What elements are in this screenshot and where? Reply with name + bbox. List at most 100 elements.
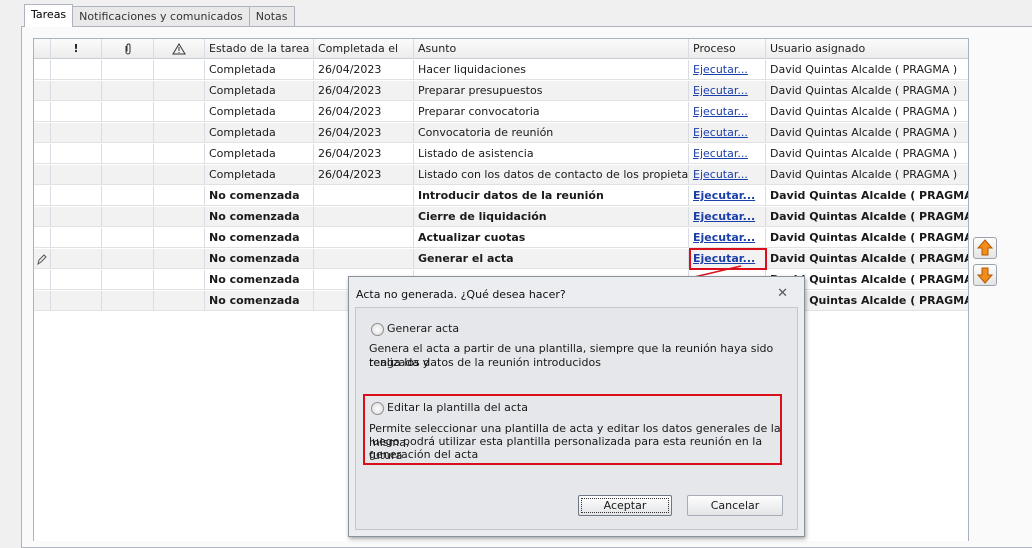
- completed-cell-text: 26/04/2023: [318, 105, 382, 118]
- header-proceso[interactable]: Proceso: [689, 39, 766, 59]
- header-completada[interactable]: Completada el: [314, 39, 414, 59]
- tab-notas[interactable]: Notas: [248, 6, 295, 27]
- process-cell[interactable]: Ejecutar...: [689, 60, 766, 80]
- option-generar-acta-label[interactable]: Generar acta: [387, 322, 459, 335]
- ejecutar-link[interactable]: Ejecutar...: [693, 63, 748, 76]
- status-cell-text: No comenzada: [209, 273, 300, 286]
- warning-icon[interactable]: [154, 39, 205, 59]
- process-cell[interactable]: Ejecutar...: [689, 102, 766, 122]
- table-row[interactable]: Completada 26/04/2023 Preparar convocatori…: [34, 102, 968, 123]
- table-row[interactable]: No comenzada Actualizar cuotas Ejecutar...…: [34, 228, 968, 249]
- status-cell: No comenzada: [205, 249, 314, 269]
- user-cell: David Quintas Alcalde ( PRAGMA ): [766, 81, 968, 101]
- tasks-grid: ! Estado de la tarea Completada el Asunt…: [33, 38, 969, 314]
- row-indicator: [34, 144, 51, 164]
- completed-cell: [314, 249, 414, 269]
- table-row[interactable]: Completada 26/04/2023 Listado con los dato…: [34, 165, 968, 186]
- ejecutar-link[interactable]: Ejecutar...: [693, 147, 748, 160]
- ejecutar-link[interactable]: Ejecutar...: [693, 84, 748, 97]
- table-row[interactable]: No comenzada Introducir datos de la reuni…: [34, 186, 968, 207]
- icon-cell: [51, 291, 102, 311]
- radio-editar-plantilla[interactable]: [371, 402, 384, 415]
- subject-cell-text: Preparar presupuestos: [418, 84, 543, 97]
- subject-cell-text: Convocatoria de reunión: [418, 126, 554, 139]
- status-cell-text: No comenzada: [209, 252, 300, 265]
- user-cell-text: David Quintas Alcalde ( PRAGMA ): [770, 126, 958, 139]
- icon-cell: [102, 144, 154, 164]
- ejecutar-link[interactable]: Ejecutar...: [693, 105, 748, 118]
- move-down-button[interactable]: [973, 264, 997, 286]
- option-editar-plantilla-label[interactable]: Editar la plantilla del acta: [387, 401, 528, 414]
- ejecutar-link[interactable]: Ejecutar...: [693, 126, 748, 139]
- icon-cell: [154, 81, 205, 101]
- completed-cell: [314, 207, 414, 227]
- ejecutar-link[interactable]: Ejecutar...: [693, 168, 748, 181]
- row-indicator: [34, 102, 51, 122]
- icon-cell: [102, 102, 154, 122]
- paperclip-icon[interactable]: [102, 39, 154, 59]
- icon-cell: [154, 228, 205, 248]
- table-row[interactable]: Completada 26/04/2023 Convocatoria de reun…: [34, 123, 968, 144]
- subject-cell-text: Introducir datos de la reunión: [418, 189, 604, 202]
- row-indicator: [34, 165, 51, 185]
- ejecutar-link[interactable]: Ejecutar...: [693, 210, 755, 223]
- completed-cell: 26/04/2023: [314, 60, 414, 80]
- table-row[interactable]: No comenzada Cierre de liquidación Ejecuta…: [34, 207, 968, 228]
- icon-cell: [102, 186, 154, 206]
- subject-cell: Convocatoria de reunión: [414, 123, 689, 143]
- completed-cell-text: 26/04/2023: [318, 168, 382, 181]
- option-generar-acta-desc-2: tenga los datos de la reunión introducid…: [369, 356, 601, 369]
- radio-generar-acta[interactable]: [371, 323, 384, 336]
- user-cell: David Quintas Alcalde ( PRAGMA ): [766, 60, 968, 80]
- icon-cell: [102, 270, 154, 290]
- tab-tareas[interactable]: Tareas: [24, 4, 74, 27]
- table-row[interactable]: Completada 26/04/2023 Preparar presupuesto…: [34, 81, 968, 102]
- icon-cell: [51, 186, 102, 206]
- process-cell[interactable]: Ejecutar...: [689, 186, 766, 206]
- user-cell: David Quintas Alcalde ( PRAGMA ): [766, 102, 968, 122]
- ejecutar-link[interactable]: Ejecutar...: [693, 189, 755, 202]
- icon-cell: [154, 144, 205, 164]
- status-cell: Completada: [205, 102, 314, 122]
- ejecutar-link[interactable]: Ejecutar...: [693, 231, 755, 244]
- icon-cell: [102, 228, 154, 248]
- status-cell-text: No comenzada: [209, 189, 300, 202]
- close-icon[interactable]: ✕: [777, 286, 788, 301]
- subject-cell: Listado con los datos de contacto de los…: [414, 165, 689, 185]
- table-row[interactable]: No comenzada Generar el acta Ejecutar... Da…: [34, 249, 968, 270]
- header-usuario[interactable]: Usuario asignado: [766, 39, 968, 59]
- user-cell: David Quintas Alcalde ( PRAGMA ): [766, 249, 968, 269]
- completed-cell: 26/04/2023: [314, 144, 414, 164]
- user-cell-text: David Quintas Alcalde ( PRAGMA ): [770, 210, 968, 223]
- pencil-icon: [37, 254, 47, 266]
- process-cell[interactable]: Ejecutar...: [689, 144, 766, 164]
- move-up-button[interactable]: [973, 237, 997, 259]
- status-cell-text: No comenzada: [209, 294, 300, 307]
- header-estado[interactable]: Estado de la tarea: [205, 39, 314, 59]
- user-cell-text: David Quintas Alcalde ( PRAGMA ): [770, 84, 958, 97]
- subject-cell-text: Preparar convocatoria: [418, 105, 540, 118]
- table-row[interactable]: Completada 26/04/2023 Listado de asistenci…: [34, 144, 968, 165]
- user-cell: David Quintas Alcalde ( PRAGMA ): [766, 123, 968, 143]
- cancel-button[interactable]: Cancelar: [687, 495, 783, 516]
- row-indicator: [34, 249, 51, 269]
- icon-cell: [102, 165, 154, 185]
- status-cell: No comenzada: [205, 270, 314, 290]
- status-cell-text: No comenzada: [209, 210, 300, 223]
- icon-cell: [154, 249, 205, 269]
- table-row[interactable]: Completada 26/04/2023 Hacer liquidaciones E…: [34, 60, 968, 81]
- status-cell-text: Completada: [209, 126, 276, 139]
- process-cell[interactable]: Ejecutar...: [689, 228, 766, 248]
- icon-cell: [154, 291, 205, 311]
- process-cell[interactable]: Ejecutar...: [689, 165, 766, 185]
- header-asunto[interactable]: Asunto: [414, 39, 689, 59]
- completed-cell: [314, 228, 414, 248]
- process-cell[interactable]: Ejecutar...: [689, 81, 766, 101]
- accept-button[interactable]: Aceptar: [578, 495, 672, 516]
- process-cell[interactable]: Ejecutar...: [689, 123, 766, 143]
- process-cell[interactable]: Ejecutar...: [689, 207, 766, 227]
- tab-notificaciones[interactable]: Notificaciones y comunicados: [72, 6, 250, 27]
- icon-cell: [154, 123, 205, 143]
- status-cell-text: Completada: [209, 105, 276, 118]
- priority-icon[interactable]: !: [51, 39, 102, 59]
